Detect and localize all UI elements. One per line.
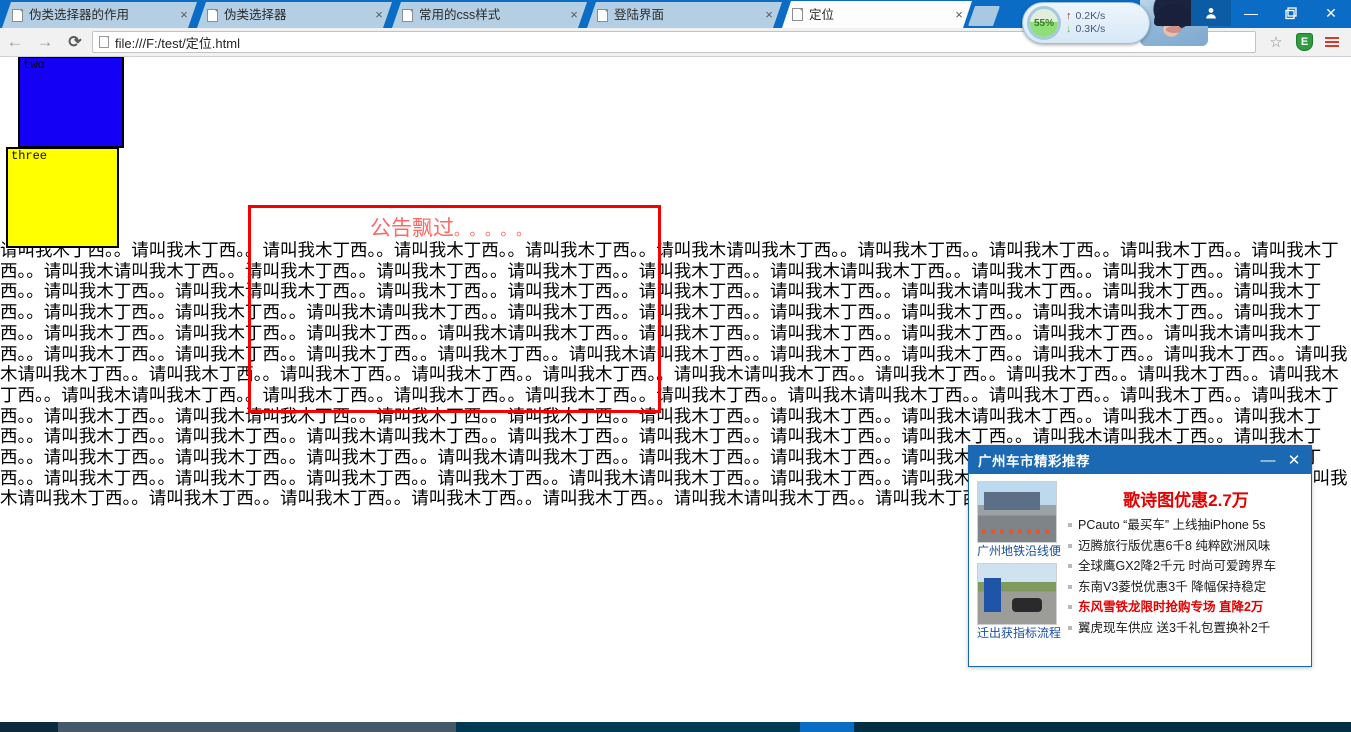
speed-readouts: ↑ 0.2K/s ↓ 0.3K/s: [1066, 10, 1105, 36]
taskbar[interactable]: [0, 722, 1351, 732]
tab-title: 登陆界面: [614, 8, 665, 22]
box-three-label: three: [11, 149, 48, 163]
ad-popup-title: 广州车市精彩推荐: [978, 454, 1090, 469]
ad-popup[interactable]: 广州车市精彩推荐 — ✕ 广州地铁沿线便 迁出获指标流程 歌诗图优惠2.7万 P…: [968, 445, 1312, 667]
tab-close-icon[interactable]: ×: [760, 2, 778, 28]
browser-tab[interactable]: 伪类选择器 ×: [197, 2, 392, 28]
browser-window: 伪类选择器的作用 × 伪类选择器 × 常用的css样式 × 登陆界面 × 定位 × — ✕ 55%…: [0, 0, 1351, 722]
download-speed: 0.3K/s: [1075, 23, 1106, 35]
ad-thumbnail-image[interactable]: [977, 563, 1057, 625]
ad-thumbnail-image[interactable]: [977, 481, 1057, 543]
tab-favicon: [207, 9, 218, 22]
taskbar-segment[interactable]: [800, 722, 854, 732]
ad-link-list: PCauto “最买车” 上线抽iPhone 5s 迈腾旅行版优惠6千8 纯粹欧洲…: [1067, 518, 1305, 637]
address-bar-url: file:///F:/test/定位.html: [115, 35, 240, 51]
profile-icon[interactable]: [1191, 0, 1231, 26]
ad-content-column: 歌诗图优惠2.7万 PCauto “最买车” 上线抽iPhone 5s 迈腾旅行版…: [1061, 481, 1305, 661]
browser-tab[interactable]: 常用的css样式 ×: [392, 2, 587, 28]
tab-favicon: [792, 8, 803, 21]
ad-thumbnail-item[interactable]: 迁出获指标流程: [977, 563, 1061, 641]
tab-title: 伪类选择器: [224, 8, 287, 22]
ad-link-item[interactable]: 翼虎现车供应 送3千礼包置换补2千: [1067, 621, 1305, 637]
ad-link-item[interactable]: 东南V3菱悦优惠3千 降幅保持稳定: [1067, 580, 1305, 596]
gauge-percent: 55%: [1033, 17, 1054, 29]
tab-close-icon[interactable]: ×: [565, 2, 583, 28]
box-two: two: [18, 57, 124, 148]
shield-icon[interactable]: E: [1296, 33, 1313, 51]
ad-link-item[interactable]: 东风雪铁龙限时抢购专场 直降2万: [1067, 600, 1305, 616]
ad-link-item[interactable]: 迈腾旅行版优惠6千8 纯粹欧洲风味: [1067, 539, 1305, 555]
tab-close-icon[interactable]: ×: [370, 2, 388, 28]
tab-favicon: [12, 9, 23, 22]
ad-thumbnail-item[interactable]: 广州地铁沿线便: [977, 481, 1061, 559]
marquee-announcement: 公告飘过。。。。。: [248, 212, 661, 242]
taskbar-segment[interactable]: [0, 722, 58, 732]
download-row: ↓ 0.3K/s: [1066, 23, 1105, 36]
marquee-label: 公告飘过: [369, 216, 454, 240]
ad-popup-body: 广州地铁沿线便 迁出获指标流程 歌诗图优惠2.7万 PCauto “最买车” 上…: [969, 474, 1311, 667]
ad-link-item[interactable]: 全球鹰GX2降2千元 时尚可爱跨界车: [1067, 559, 1305, 575]
browser-tab[interactable]: 定位 ×: [782, 1, 972, 28]
ad-close-button[interactable]: ✕: [1281, 451, 1307, 469]
box-two-label: two: [23, 58, 45, 72]
page-content: 请叫我木丁西。。请叫我木丁西。。请叫我木丁西。。请叫我木丁西。。请叫我木丁西。。…: [0, 57, 1351, 718]
hamburger-menu-icon[interactable]: [1319, 37, 1345, 47]
reload-icon[interactable]: ⟳: [60, 32, 90, 52]
box-three: three: [6, 147, 119, 248]
tab-title: 常用的css样式: [419, 8, 501, 22]
browser-tab[interactable]: 登陆界面 ×: [587, 2, 782, 28]
ad-thumbnail-caption[interactable]: 迁出获指标流程: [977, 625, 1061, 641]
tab-title: 定位: [809, 7, 835, 22]
tab-strip: 伪类选择器的作用 × 伪类选择器 × 常用的css样式 × 登陆界面 × 定位 × — ✕ 55%…: [0, 0, 1351, 46]
back-icon[interactable]: ←: [0, 32, 30, 52]
bookmark-star-icon[interactable]: ☆: [1262, 33, 1290, 51]
browser-tab[interactable]: 伪类选择器的作用 ×: [2, 2, 197, 28]
forward-icon[interactable]: →: [30, 32, 60, 52]
tab-close-icon[interactable]: ×: [950, 2, 968, 28]
ad-popup-header: 广州车市精彩推荐 — ✕: [969, 446, 1311, 474]
tab-title: 伪类选择器的作用: [29, 8, 130, 22]
window-controls: — ✕: [1191, 0, 1351, 26]
ad-headline[interactable]: 歌诗图优惠2.7万: [1067, 486, 1305, 511]
ad-thumbnail-list: 广州地铁沿线便 迁出获指标流程: [977, 481, 1061, 661]
close-button[interactable]: ✕: [1311, 0, 1351, 26]
upload-arrow-icon: ↑: [1066, 10, 1072, 22]
upload-row: ↑ 0.2K/s: [1066, 10, 1105, 23]
network-speed-widget[interactable]: 55% ↑ 0.2K/s ↓ 0.3K/s: [1022, 2, 1150, 44]
new-tab-button[interactable]: [968, 6, 1000, 26]
taskbar-segment[interactable]: [58, 722, 456, 732]
maximize-button[interactable]: [1271, 0, 1311, 26]
cpu-gauge-icon: 55%: [1027, 6, 1061, 40]
taskbar-segment[interactable]: [854, 722, 1351, 732]
ad-link-item[interactable]: PCauto “最买车” 上线抽iPhone 5s: [1067, 518, 1305, 534]
taskbar-segment[interactable]: [456, 722, 800, 732]
ad-minimize-button[interactable]: —: [1255, 452, 1281, 469]
page-icon: [99, 36, 109, 48]
ad-thumbnail-caption[interactable]: 广州地铁沿线便: [977, 543, 1061, 559]
tab-favicon: [402, 9, 413, 22]
upload-speed: 0.2K/s: [1075, 10, 1106, 22]
tab-favicon: [597, 9, 608, 22]
marquee-dots: 。。。。。: [453, 221, 539, 239]
tab-close-icon[interactable]: ×: [175, 2, 193, 28]
download-arrow-icon: ↓: [1066, 23, 1072, 35]
minimize-button[interactable]: —: [1231, 0, 1271, 26]
